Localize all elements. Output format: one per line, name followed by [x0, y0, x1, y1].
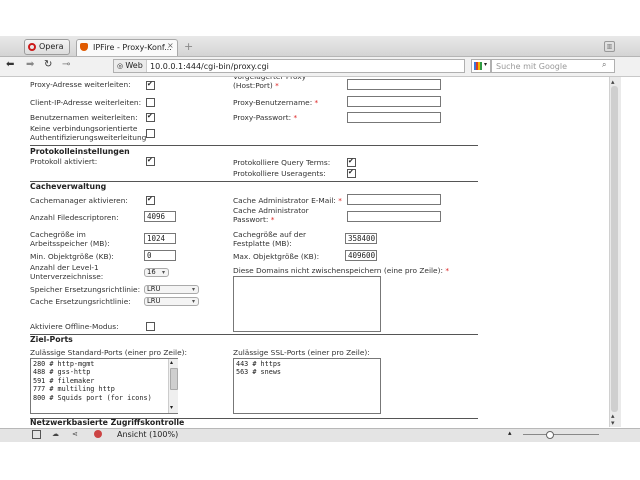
offline-mode-checkbox[interactable]	[146, 322, 155, 331]
section-cache-title: Cacheverwaltung	[30, 182, 107, 191]
speed-dial-icon[interactable]	[94, 430, 102, 438]
min-obj-input[interactable]: 0	[144, 250, 176, 261]
google-icon	[474, 62, 482, 70]
no-conn-auth-label: Keine verbindungsorientierte Authentifiz…	[30, 124, 147, 142]
cache-admin-email-input[interactable]	[347, 194, 441, 205]
max-obj-input[interactable]: 409600	[345, 250, 377, 261]
search-input[interactable]: Suche mit Google	[491, 59, 615, 73]
chevron-down-icon: ▾	[191, 298, 195, 305]
no-cache-domains-label: Diese Domains nicht zwischenspeichern (e…	[233, 266, 450, 275]
tab-proxy-config[interactable]: IPFire - Proxy-Konf...	[76, 39, 178, 56]
cache-disk-label: Cachegröße auf der Festplatte (MB):	[233, 230, 307, 248]
no-cache-domains-textarea[interactable]	[233, 276, 381, 332]
min-obj-label: Min. Objektgröße (KB):	[30, 252, 114, 261]
cache-admin-pass-input[interactable]	[347, 211, 441, 222]
trash-icon[interactable]: ▥	[604, 41, 615, 52]
opera-menu-label: Opera	[39, 42, 64, 51]
upstream-proxy-input[interactable]	[347, 79, 441, 90]
client-ip-forward-checkbox[interactable]	[146, 98, 155, 107]
std-ports-scrollbar[interactable]: ▴ ▾	[168, 359, 178, 413]
l1-dirs-select[interactable]: 16 ▾	[144, 268, 169, 277]
username-forward-label: Benutzernamen weiterleiten:	[30, 113, 138, 122]
page-scroll-thumb[interactable]	[611, 86, 618, 412]
cache-disk-input[interactable]: 358400	[345, 233, 377, 244]
section-log-title: Protokolleinstellungen	[30, 147, 130, 156]
file-descriptors-label: Anzahl Filedescriptoren:	[30, 213, 119, 222]
cloud-icon[interactable]: ☁	[52, 430, 59, 438]
cache-manager-checkbox[interactable]	[146, 196, 155, 205]
log-enabled-checkbox[interactable]	[146, 157, 155, 166]
ipfire-favicon-icon	[80, 43, 88, 51]
zoom-slider[interactable]	[523, 434, 599, 435]
log-query-checkbox[interactable]	[347, 158, 356, 167]
section-network-title: Netzwerkbasierte Zugriffskontrolle	[30, 418, 185, 427]
username-forward-checkbox[interactable]	[146, 113, 155, 122]
address-text[interactable]: 10.0.0.1:444/cgi-bin/proxy.cgi	[150, 59, 269, 74]
cache-ram-input[interactable]: 1024	[144, 233, 176, 244]
log-enabled-label: Protokoll aktiviert:	[30, 157, 98, 166]
mem-repl-value: LRU	[147, 285, 161, 293]
offline-mode-label: Aktiviere Offline-Modus:	[30, 322, 119, 331]
chevron-down-icon: ▾	[484, 61, 488, 68]
cache-admin-pass-label: Cache Administrator Passwort: *	[233, 206, 309, 224]
share-icon[interactable]: ⋖	[72, 430, 78, 438]
cache-manager-label: Cachemanager aktivieren:	[30, 196, 128, 205]
back-arrow-icon[interactable]: ⬅	[6, 59, 14, 70]
search-engine-selector[interactable]: ▾	[471, 59, 491, 73]
std-ports-scroll-thumb[interactable]	[170, 368, 178, 390]
web-badge[interactable]: ◎ Web	[114, 60, 147, 72]
section-ports-title: Ziel-Ports	[30, 335, 73, 344]
chevron-down-icon: ▾	[191, 286, 195, 293]
zoom-slider-knob[interactable]	[546, 431, 554, 439]
l1-dirs-label: Anzahl der Level-1 Unterverzeichnisse:	[30, 263, 104, 281]
page-content: Proxy-Adresse weiterleiten: Vorgelagerte…	[0, 77, 609, 427]
mem-repl-select[interactable]: LRU ▾	[144, 285, 199, 294]
log-useragents-label: Protokolliere Useragents:	[233, 169, 326, 178]
upstream-proxy-label: Vorgelagerter Proxy (Host:Port) *	[233, 77, 306, 90]
cache-repl-value: LRU	[147, 297, 161, 305]
proxy-addr-forward-checkbox[interactable]	[146, 81, 155, 90]
std-ports-textarea[interactable]: 280 # http-mgmt 488 # gss-http 591 # fil…	[30, 358, 178, 414]
mem-repl-label: Speicher Ersetzungsrichtlinie:	[30, 285, 141, 294]
opera-logo-icon	[28, 43, 36, 51]
cache-ram-label: Cachegröße im Arbeitsspeicher (MB):	[30, 230, 110, 248]
scroll-down-icon[interactable]: ▾	[611, 419, 615, 427]
new-tab-button[interactable]: +	[184, 40, 193, 53]
key-icon[interactable]: ⊸	[62, 59, 70, 70]
std-ports-label: Zulässige Standard-Ports (einer pro Zeil…	[30, 348, 187, 357]
ssl-ports-textarea[interactable]: 443 # https 563 # snews	[233, 358, 381, 414]
client-ip-forward-label: Client-IP-Adresse weiterleiten:	[30, 98, 142, 107]
reload-icon[interactable]: ↻	[44, 59, 52, 70]
panel-toggle-icon[interactable]	[32, 430, 41, 439]
ssl-ports-label: Zulässige SSL-Ports (einer pro Zeile):	[233, 348, 370, 357]
tab-title: IPFire - Proxy-Konf...	[93, 43, 172, 52]
l1-dirs-value: 16	[147, 268, 156, 276]
divider	[30, 145, 478, 146]
scroll-up-icon[interactable]: ▴	[611, 78, 615, 86]
proxy-addr-forward-label: Proxy-Adresse weiterleiten:	[30, 80, 131, 89]
web-badge-label: Web	[125, 61, 143, 70]
cache-admin-email-label: Cache Administrator E-Mail: *	[233, 196, 342, 205]
max-obj-label: Max. Objektgröße (KB):	[233, 252, 320, 261]
tab-close-icon[interactable]: ×	[167, 41, 174, 50]
search-icon[interactable]: ⌕	[602, 60, 606, 70]
proxy-pass-input[interactable]	[347, 112, 441, 123]
log-query-label: Protokolliere Query Terms:	[233, 158, 331, 167]
cache-repl-select[interactable]: LRU ▾	[144, 297, 199, 306]
scroll-up-icon[interactable]: ▴	[170, 359, 173, 366]
zoom-label[interactable]: Ansicht (100%)	[117, 428, 178, 441]
cache-repl-label: Cache Ersetzungsrichtlinie:	[30, 297, 131, 306]
proxy-pass-label: Proxy-Passwort: *	[233, 113, 298, 122]
zoom-out-icon[interactable]: ▴	[508, 429, 512, 437]
forward-arrow-icon[interactable]: ➡	[26, 59, 34, 70]
divider	[30, 334, 478, 335]
no-conn-auth-checkbox[interactable]	[146, 129, 155, 138]
opera-menu-button[interactable]: Opera	[24, 39, 70, 55]
proxy-user-input[interactable]	[347, 96, 441, 107]
log-useragents-checkbox[interactable]	[347, 169, 356, 178]
file-descriptors-input[interactable]: 4096	[144, 211, 176, 222]
chevron-down-icon: ▾	[161, 269, 165, 276]
scroll-down-icon[interactable]: ▾	[170, 404, 173, 411]
proxy-user-label: Proxy-Benutzername: *	[233, 98, 319, 107]
